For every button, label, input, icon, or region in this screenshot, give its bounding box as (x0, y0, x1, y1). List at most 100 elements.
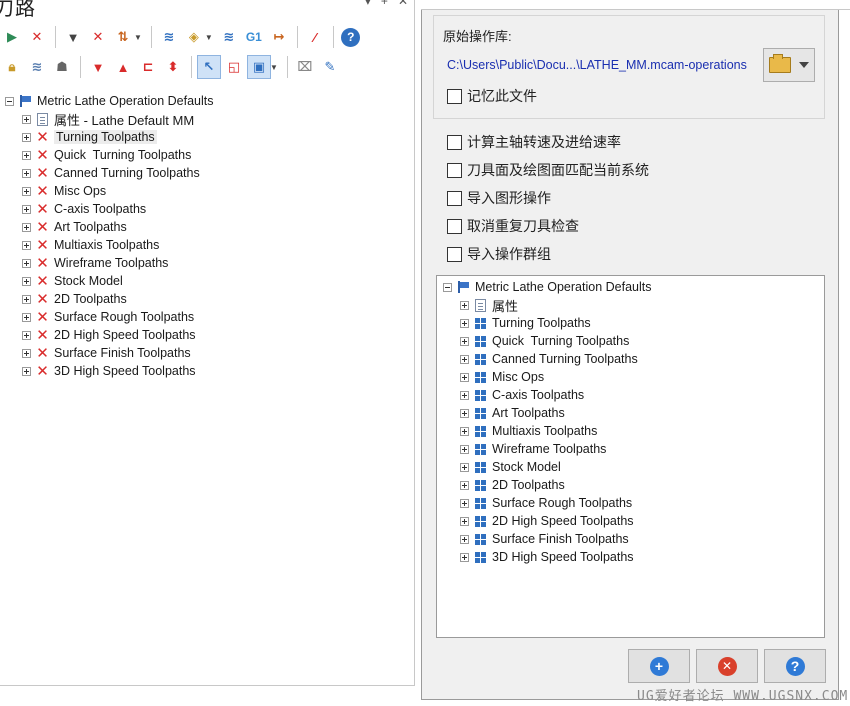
expand-icon[interactable] (460, 444, 469, 454)
tree-item-group[interactable]: ✕ Canned Turning Toolpaths (5, 164, 410, 182)
checkbox-box[interactable] (447, 134, 462, 150)
expand-icon[interactable] (22, 114, 31, 124)
panel-close-button[interactable]: ✕ (398, 0, 408, 8)
help-dialog-button[interactable]: ? (764, 649, 826, 683)
expand-icon[interactable] (22, 222, 31, 232)
deselect-button[interactable]: ✕ (25, 25, 49, 49)
checkbox-box[interactable] (447, 162, 462, 178)
tree-item-group[interactable]: ✕ Multiaxis Toolpaths (5, 236, 410, 254)
expand-icon[interactable] (460, 426, 469, 436)
checkbox-box[interactable] (447, 218, 462, 234)
post-arrow-button[interactable]: ↦ (267, 25, 291, 49)
edit-button[interactable]: ✎ (318, 55, 342, 79)
collapse-icon[interactable] (443, 282, 452, 292)
tree-item-group[interactable]: ✕ Surface Finish Toolpaths (5, 344, 410, 362)
remember-file-checkbox[interactable]: 记忆此文件 (447, 86, 537, 106)
collapse-icon[interactable] (5, 96, 14, 106)
tree-item-group[interactable]: ✕ Turning Toolpaths (5, 128, 410, 146)
magic-wand-button[interactable]: ⁄ (303, 25, 327, 49)
display-selected-button[interactable]: ↖ (197, 55, 221, 79)
checkbox-box[interactable] (447, 246, 462, 262)
expand-icon[interactable] (460, 372, 469, 382)
expand-icon[interactable] (460, 534, 469, 544)
tree-item-group[interactable]: Wireframe Toolpaths (443, 440, 823, 458)
expand-icon[interactable] (22, 150, 31, 160)
tree-item-group[interactable]: 2D High Speed Toolpaths (443, 512, 823, 530)
expand-icon[interactable] (460, 300, 469, 310)
post-g1-button[interactable]: G1 (242, 25, 266, 49)
tree-root[interactable]: Metric Lathe Operation Defaults (5, 92, 410, 110)
tree-item-group[interactable]: ✕ 3D High Speed Toolpaths (5, 362, 410, 380)
toggle-display-button[interactable]: ⇅ (111, 25, 135, 49)
wave-button[interactable]: ≋ (25, 55, 49, 79)
cancel-button[interactable]: ✕ (696, 649, 758, 683)
expand-icon[interactable] (460, 516, 469, 526)
insert-arrow-button[interactable]: ⊏ (136, 55, 160, 79)
move-down-button[interactable]: ▼ (86, 55, 110, 79)
tree-item-properties[interactable]: 属性 - Lathe Default MM (5, 110, 410, 128)
tree-item-group[interactable]: Turning Toolpaths (443, 314, 823, 332)
expand-icon[interactable] (22, 366, 31, 376)
expand-icon[interactable] (22, 204, 31, 214)
tree-item-group[interactable]: C-axis Toolpaths (443, 386, 823, 404)
expand-icon[interactable] (460, 336, 469, 346)
expand-icon[interactable] (460, 552, 469, 562)
tree-item-properties[interactable]: 属性 (443, 296, 823, 314)
expand-icon[interactable] (460, 408, 469, 418)
tree-item-group[interactable]: ✕ C-axis Toolpaths (5, 200, 410, 218)
expand-icon[interactable] (22, 258, 31, 268)
tree-item-group[interactable]: ✕ Surface Rough Toolpaths (5, 308, 410, 326)
expand-icon[interactable] (460, 498, 469, 508)
chevron-down-icon[interactable] (799, 62, 809, 68)
tree-item-group[interactable]: ✕ Art Toolpaths (5, 218, 410, 236)
simulate-button[interactable]: ≋ (217, 25, 241, 49)
match-planes-checkbox[interactable]: 刀具面及绘图面匹配当前系统 (447, 160, 649, 180)
chevron-down-icon[interactable]: ▼ (205, 33, 213, 42)
cleanup-button[interactable]: ⌧ (293, 55, 317, 79)
tree-item-group[interactable]: ✕ 2D High Speed Toolpaths (5, 326, 410, 344)
panel-pin-button[interactable]: + (381, 0, 388, 8)
tree-item-group[interactable]: 2D Toolpaths (443, 476, 823, 494)
expand-icon[interactable] (22, 168, 31, 178)
expand-icon[interactable] (22, 330, 31, 340)
import-groups-checkbox[interactable]: 导入操作群组 (447, 244, 551, 264)
browse-library-button[interactable] (763, 48, 815, 82)
tree-item-group[interactable]: Quick Turning Toolpaths (443, 332, 823, 350)
tree-item-group[interactable]: ✕ Quick Turning Toolpaths (5, 146, 410, 164)
expand-icon[interactable] (460, 318, 469, 328)
checkbox-box[interactable] (447, 190, 462, 206)
help-button[interactable]: ? (339, 25, 363, 49)
tree-item-group[interactable]: ✕ Misc Ops (5, 182, 410, 200)
expand-icon[interactable] (22, 294, 31, 304)
expand-icon[interactable] (22, 348, 31, 358)
regenerate-dirty-button[interactable]: ✕ (86, 25, 110, 49)
tree-item-group[interactable]: Misc Ops (443, 368, 823, 386)
display-window-button[interactable]: ◱ (222, 55, 246, 79)
expand-icon[interactable] (22, 186, 31, 196)
move-up-button[interactable]: ▲ (111, 55, 135, 79)
tree-item-group[interactable]: ✕ 2D Toolpaths (5, 290, 410, 308)
expand-icon[interactable] (460, 480, 469, 490)
verify-button[interactable]: ◈ (182, 25, 206, 49)
select-all-button[interactable]: ▶ (0, 25, 24, 49)
chevron-down-icon[interactable]: ▼ (134, 33, 142, 42)
backplot-button[interactable]: ≋ (157, 25, 181, 49)
tree-item-group[interactable]: Art Toolpaths (443, 404, 823, 422)
ghost-button[interactable]: ☗ (50, 55, 74, 79)
regenerate-button[interactable]: ▼ (61, 25, 85, 49)
tree-item-group[interactable]: Surface Finish Toolpaths (443, 530, 823, 548)
tree-item-group[interactable]: 3D High Speed Toolpaths (443, 548, 823, 566)
expand-icon[interactable] (460, 354, 469, 364)
expand-icon[interactable] (460, 462, 469, 472)
checkbox-box[interactable] (447, 88, 462, 104)
options-button[interactable]: ▣ (247, 55, 271, 79)
tree-item-group[interactable]: Stock Model (443, 458, 823, 476)
import-geometry-checkbox[interactable]: 导入图形操作 (447, 188, 551, 208)
chevron-down-icon[interactable]: ▼ (270, 63, 278, 72)
tree-item-group[interactable]: Surface Rough Toolpaths (443, 494, 823, 512)
skip-duplicate-tool-checkbox[interactable]: 取消重复刀具检查 (447, 216, 579, 236)
lock-button[interactable]: 🔒︎ (0, 55, 24, 79)
tree-item-group[interactable]: ✕ Stock Model (5, 272, 410, 290)
expand-icon[interactable] (22, 240, 31, 250)
expand-collapse-button[interactable]: ⬍ (161, 55, 185, 79)
